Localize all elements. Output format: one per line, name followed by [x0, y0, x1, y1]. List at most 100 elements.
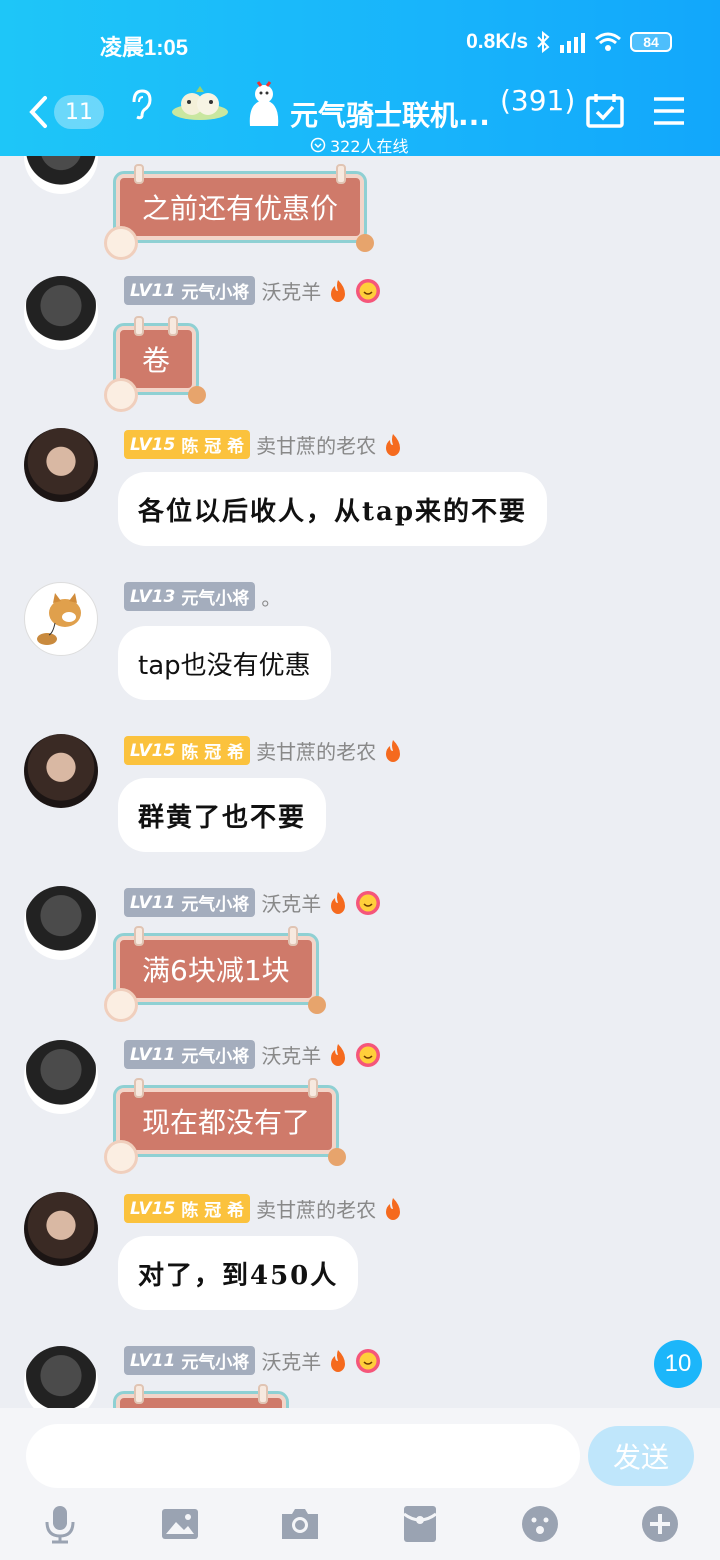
sticker-pin	[134, 316, 144, 336]
sender-avatar[interactable]	[24, 1192, 98, 1266]
level-badge: LV11 元气小将	[124, 1040, 256, 1069]
level-badge: LV13 元气小将	[124, 582, 256, 611]
sender-avatar[interactable]	[24, 276, 98, 350]
level-label: LV15	[130, 434, 176, 455]
text-message[interactable]: tap也没有优惠	[118, 626, 331, 700]
sender-info: LV13 元气小将 。	[124, 582, 281, 611]
text-message[interactable]: 群黄了也不要	[118, 778, 327, 852]
bluetooth-icon	[537, 31, 550, 53]
sender-avatar[interactable]	[24, 582, 98, 656]
level-badge: LV15 陈 冠 希	[124, 1194, 251, 1223]
fire-icon	[386, 433, 401, 456]
sender-info: LV15 陈 冠 希 卖甘蔗的老农	[124, 430, 404, 459]
level-badge: LV15 陈 冠 希	[124, 430, 251, 459]
battery-indicator: 84	[630, 32, 672, 52]
level-badge: LV11 元气小将	[124, 1346, 256, 1375]
message-input[interactable]	[26, 1424, 580, 1488]
sender-avatar[interactable]	[24, 428, 98, 502]
level-label: LV15	[130, 740, 176, 761]
sender-name[interactable]: 沃克羊	[261, 1346, 321, 1375]
sender-avatar[interactable]	[24, 886, 98, 960]
sender-avatar[interactable]	[24, 156, 98, 194]
group-avatar-icon	[249, 81, 279, 126]
level-label: LV15	[130, 1198, 176, 1219]
sticker-ball	[356, 234, 375, 252]
role-label: 元气小将	[181, 895, 250, 915]
online-status: 322人在线	[310, 133, 409, 157]
sticker-message[interactable]: 现在都没有了	[104, 1078, 347, 1174]
text-message[interactable]: 各位以后收人，从tap来的不要	[118, 472, 548, 546]
sticker-message[interactable]: 满6块减1块	[104, 926, 326, 1022]
role-label: 元气小将	[181, 589, 250, 609]
sticker-pin	[308, 1078, 319, 1098]
sticker-pin	[258, 1384, 268, 1404]
ear-icon[interactable]	[128, 88, 154, 120]
sender-avatar[interactable]	[24, 1346, 98, 1408]
new-messages-badge[interactable]: 10	[654, 1340, 702, 1388]
smile-emoji-icon	[356, 890, 381, 915]
sender-name[interactable]: 沃克羊	[261, 276, 321, 305]
sender-name[interactable]: 卖甘蔗的老农	[256, 1194, 376, 1223]
sticker-ball	[307, 996, 326, 1014]
sticker-message[interactable]	[113, 1384, 289, 1408]
sender-name[interactable]: 沃克羊	[261, 888, 321, 917]
sender-name[interactable]: 卖甘蔗的老农	[256, 430, 376, 459]
calendar-check-icon[interactable]	[586, 92, 624, 128]
red-packet-icon[interactable]	[400, 1504, 440, 1544]
level-label: LV11	[130, 1350, 176, 1371]
sender-info: LV11 元气小将 沃克羊	[124, 276, 381, 305]
status-time: 凌晨1:05	[100, 35, 189, 60]
text-message[interactable]: 对了，到450人	[118, 1236, 359, 1310]
sender-info: LV15 陈 冠 希 卖甘蔗的老农	[124, 1194, 404, 1223]
online-count: 322人在线	[330, 137, 409, 156]
role-label: 元气小将	[181, 1047, 250, 1067]
camera-icon[interactable]	[280, 1504, 320, 1544]
level-label: LV11	[130, 280, 176, 301]
sticker-pin	[134, 1384, 144, 1404]
smile-emoji-icon	[356, 1042, 381, 1067]
fire-icon	[331, 1349, 346, 1372]
sender-avatar[interactable]	[24, 734, 98, 808]
sender-avatar[interactable]	[24, 1040, 98, 1114]
sender-name[interactable]: 。	[261, 582, 281, 611]
level-badge: LV15 陈 冠 希	[124, 736, 251, 765]
plus-icon[interactable]	[640, 1504, 680, 1544]
fire-icon	[386, 739, 401, 762]
fire-icon	[331, 891, 346, 914]
group-title[interactable]: 元气骑士联机...	[290, 94, 490, 134]
emoji-icon[interactable]	[520, 1504, 560, 1544]
wifi-icon	[595, 32, 621, 51]
sender-info: LV11 元气小将 沃克羊	[124, 1040, 381, 1069]
smile-emoji-icon	[356, 278, 381, 303]
chevron-left-icon	[29, 96, 47, 128]
sender-info: LV15 陈 冠 希 卖甘蔗的老农	[124, 736, 404, 765]
level-label: LV11	[130, 892, 176, 913]
network-speed: 0.8K/s	[466, 30, 528, 53]
unread-count-badge: 11	[54, 95, 104, 129]
sticker-message[interactable]: 卷	[104, 316, 207, 412]
send-button[interactable]: 发送	[588, 1426, 694, 1486]
sender-name[interactable]: 卖甘蔗的老农	[256, 736, 376, 765]
mic-icon[interactable]	[40, 1504, 80, 1544]
level-badge: LV11 元气小将	[124, 888, 256, 917]
sticker-coin	[104, 988, 138, 1022]
fire-icon	[331, 279, 346, 302]
menu-icon[interactable]	[652, 96, 686, 126]
status-indicators: 0.8K/s 84	[466, 30, 672, 54]
group-emoji-badge-icon	[172, 86, 228, 120]
dog-avatar-icon	[37, 593, 81, 645]
sender-name[interactable]: 沃克羊	[261, 1040, 321, 1069]
sticker-pin	[134, 1078, 144, 1098]
sender-info: LV11 元气小将 沃克羊	[124, 888, 381, 917]
image-icon[interactable]	[160, 1504, 200, 1544]
sticker-text: 满6块减1块	[142, 954, 290, 987]
sticker-coin	[104, 1140, 138, 1174]
role-label: 元气小将	[181, 283, 250, 303]
message-list[interactable]: 之前还有优惠价 LV11 元气小将 沃克羊 卷 LV15 陈 冠 希 卖甘蔗的老农 …	[0, 156, 720, 1408]
role-label: 元气小将	[181, 1353, 250, 1373]
back-button[interactable]: 11	[28, 90, 108, 134]
input-bar: 发送	[0, 1408, 720, 1560]
sticker-message[interactable]: 之前还有优惠价	[104, 164, 375, 260]
chat-header: 凌晨1:05 0.8K/s 84 11 元气骑士联机... (391) 322人…	[0, 0, 720, 156]
level-badge: LV11 元气小将	[124, 276, 256, 305]
